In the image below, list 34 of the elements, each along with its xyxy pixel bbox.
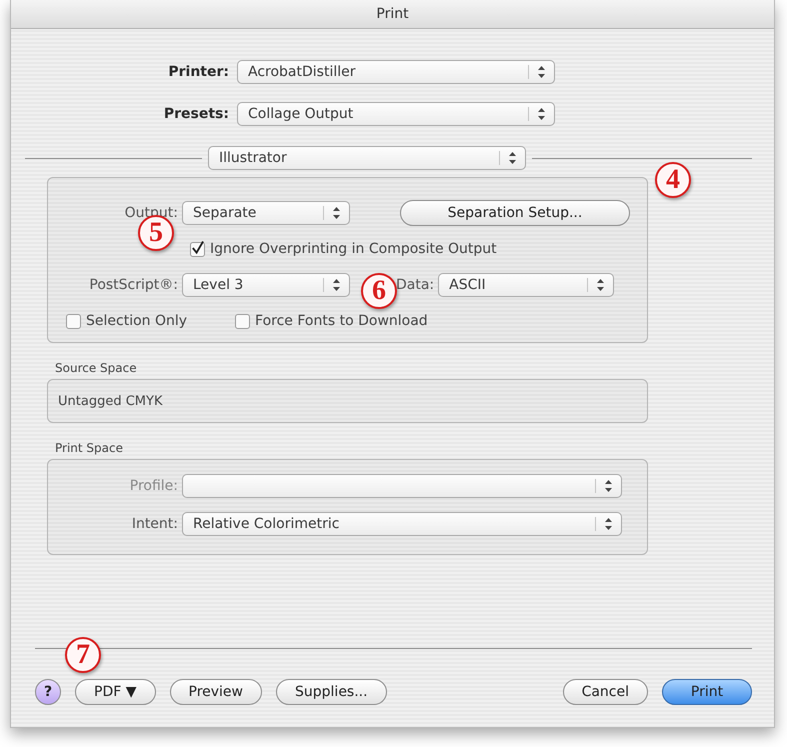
intent-label: Intent: <box>130 516 179 532</box>
printer-popup[interactable]: AcrobatDistiller <box>237 60 555 84</box>
checkbox[interactable] <box>66 314 81 328</box>
source-space-value: Untagged CMYK <box>58 394 162 408</box>
postscript-popup[interactable]: Level 3 <box>182 273 350 297</box>
group-title: Print Space <box>55 441 124 455</box>
data-popup[interactable]: ASCII <box>438 273 614 297</box>
push-button[interactable]: Preview <box>170 679 262 705</box>
push-button[interactable]: Supplies... <box>276 679 387 705</box>
checkbox-label: Force Fonts to Download <box>255 313 428 329</box>
checkbox[interactable] <box>190 242 205 256</box>
printer-label: Printer: <box>167 64 230 80</box>
postscript-label: PostScript®: <box>88 277 179 293</box>
window-title: Print <box>376 6 409 22</box>
push-button[interactable]: PDF ▼ <box>75 679 156 705</box>
callout-number: 6 <box>361 273 397 309</box>
callout-number: 7 <box>65 637 101 673</box>
pane-popup[interactable]: Illustrator <box>208 146 526 170</box>
push-button[interactable]: Cancel <box>562 679 648 705</box>
callout-number: 4 <box>655 162 691 198</box>
presets-label: Presets: <box>162 106 230 122</box>
intent-popup[interactable]: Relative Colorimetric <box>182 512 622 536</box>
checkbox-label: Selection Only <box>86 313 188 329</box>
checkbox[interactable] <box>235 314 250 328</box>
group-title: Source Space <box>55 361 138 375</box>
output-popup[interactable]: Separate <box>182 201 350 225</box>
profile-popup[interactable] <box>182 474 622 498</box>
print-button[interactable]: Print <box>662 679 752 705</box>
help-button[interactable]: ? <box>35 679 61 705</box>
presets-popup[interactable]: Collage Output <box>237 102 555 126</box>
data-label: Data: <box>396 277 436 293</box>
profile-label: Profile: <box>128 478 179 494</box>
separation-setup-button[interactable]: Separation Setup... <box>400 200 630 226</box>
checkbox-label: Ignore Overprinting in Composite Output <box>210 241 497 257</box>
